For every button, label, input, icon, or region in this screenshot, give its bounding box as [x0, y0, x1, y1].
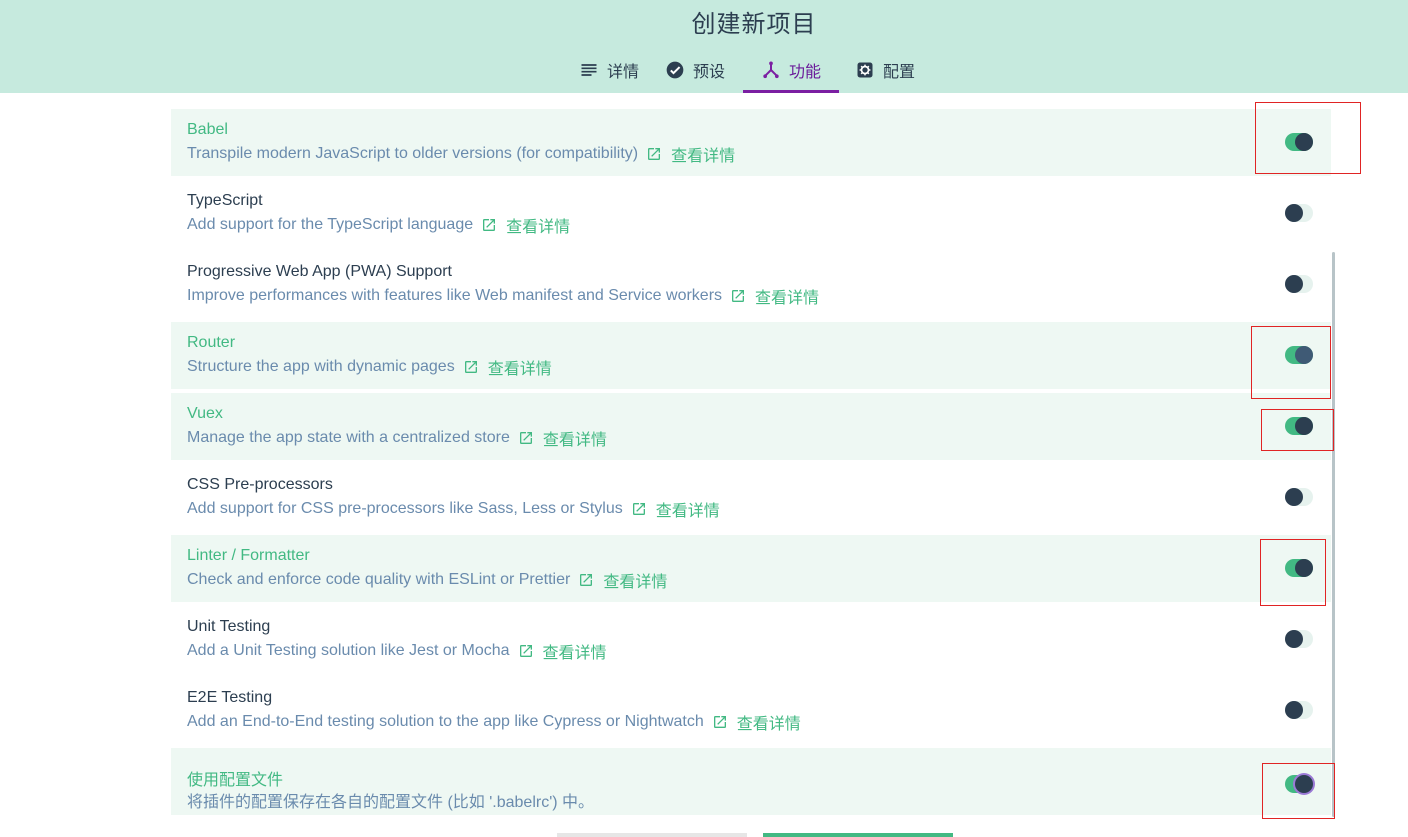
- feature-desc-text: Add support for CSS pre-processors like …: [187, 500, 623, 517]
- feature-name: E2E Testing: [187, 689, 273, 706]
- external-link-icon: [646, 146, 662, 162]
- tab-config[interactable]: 配置: [839, 50, 927, 93]
- more-info-link[interactable]: 查看详情: [656, 497, 720, 521]
- tab-details[interactable]: 详情: [567, 50, 653, 93]
- more-info-link[interactable]: 查看详情: [488, 355, 552, 379]
- more-info-link[interactable]: 查看详情: [506, 213, 570, 237]
- feature-toggle[interactable]: [1285, 133, 1313, 151]
- feature-name: Unit Testing: [187, 618, 271, 635]
- feature-list: Babel Transpile modern JavaScript to old…: [171, 109, 1331, 819]
- more-info-link[interactable]: 查看详情: [755, 284, 819, 308]
- feature-description: Add a Unit Testing solution like Jest or…: [187, 639, 607, 663]
- settings-icon: [855, 60, 875, 80]
- feature-item-e2e-testing[interactable]: E2E Testing Add an End-to-End testing so…: [171, 677, 1331, 744]
- feature-item-linter[interactable]: Linter / Formatter Check and enforce cod…: [171, 535, 1331, 602]
- feature-toggle[interactable]: [1285, 775, 1313, 793]
- feature-item-vuex[interactable]: Vuex Manage the app state with a central…: [171, 393, 1331, 460]
- header: 创建新项目 详情 预设 功能 配置: [0, 0, 1408, 93]
- feature-description: Check and enforce code quality with ESLi…: [187, 568, 667, 592]
- feature-desc-text: Add support for the TypeScript language: [187, 216, 474, 233]
- feature-item-config-files[interactable]: 使用配置文件 将插件的配置保存在各自的配置文件 (比如 '.babelrc') …: [171, 748, 1331, 815]
- external-link-icon: [730, 288, 746, 304]
- feature-name: 使用配置文件: [187, 772, 284, 789]
- feature-toggle[interactable]: [1285, 559, 1313, 577]
- feature-desc-text: Transpile modern JavaScript to older ver…: [187, 145, 639, 162]
- more-info-link[interactable]: 查看详情: [603, 568, 667, 592]
- feature-desc-text: Add a Unit Testing solution like Jest or…: [187, 642, 510, 659]
- feature-name: Router: [187, 334, 236, 351]
- toggle-knob: [1285, 630, 1303, 648]
- feature-description: Transpile modern JavaScript to older ver…: [187, 142, 735, 166]
- toggle-knob: [1295, 775, 1313, 793]
- feature-item-unit-testing[interactable]: Unit Testing Add a Unit Testing solution…: [171, 606, 1331, 673]
- tab-features-label: 功能: [789, 64, 822, 81]
- more-info-link[interactable]: 查看详情: [543, 639, 607, 663]
- feature-name: CSS Pre-processors: [187, 476, 333, 493]
- external-link-icon: [518, 430, 534, 446]
- feature-name: TypeScript: [187, 192, 263, 209]
- feature-desc-text: Check and enforce code quality with ESLi…: [187, 571, 571, 588]
- feature-name: Vuex: [187, 405, 223, 422]
- feature-desc-text: Add an End-to-End testing solution to th…: [187, 713, 704, 730]
- feature-toggle[interactable]: [1285, 417, 1313, 435]
- feature-desc-text: Manage the app state with a centralized …: [187, 429, 510, 446]
- feature-description: Manage the app state with a centralized …: [187, 426, 607, 450]
- feature-toggle[interactable]: [1285, 275, 1313, 293]
- tab-presets[interactable]: 预设: [653, 50, 743, 93]
- toggle-knob: [1285, 204, 1303, 222]
- feature-desc-text: Structure the app with dynamic pages: [187, 358, 455, 375]
- feature-name: Babel: [187, 121, 228, 138]
- feature-name: Progressive Web App (PWA) Support: [187, 263, 452, 280]
- feature-description: Add support for CSS pre-processors like …: [187, 497, 720, 521]
- call-split-icon: [761, 60, 781, 80]
- more-info-link[interactable]: 查看详情: [671, 142, 735, 166]
- check-circle-icon: [665, 60, 685, 80]
- feature-description: Add an End-to-End testing solution to th…: [187, 710, 801, 734]
- page-title: 创建新项目: [691, 11, 817, 38]
- more-info-link[interactable]: 查看详情: [737, 710, 801, 734]
- feature-desc-text: 将插件的配置保存在各自的配置文件 (比如 '.babelrc') 中。: [187, 794, 595, 811]
- feature-toggle[interactable]: [1285, 701, 1313, 719]
- external-link-icon: [631, 501, 647, 517]
- feature-toggle[interactable]: [1285, 488, 1313, 506]
- toggle-knob: [1295, 133, 1313, 151]
- external-link-icon: [578, 572, 594, 588]
- external-link-icon: [481, 217, 497, 233]
- feature-item-typescript[interactable]: TypeScript Add support for the TypeScrip…: [171, 180, 1331, 247]
- tab-bar: 详情 预设 功能 配置: [567, 50, 927, 93]
- scrollbar[interactable]: [1332, 252, 1335, 817]
- toggle-knob: [1285, 275, 1303, 293]
- feature-item-babel[interactable]: Babel Transpile modern JavaScript to old…: [171, 109, 1331, 176]
- feature-item-css-preprocessors[interactable]: CSS Pre-processors Add support for CSS p…: [171, 464, 1331, 531]
- feature-toggle[interactable]: [1285, 204, 1313, 222]
- toggle-knob: [1295, 346, 1313, 364]
- external-link-icon: [712, 714, 728, 730]
- external-link-icon: [463, 359, 479, 375]
- feature-item-pwa[interactable]: Progressive Web App (PWA) Support Improv…: [171, 251, 1331, 318]
- feature-description: 将插件的配置保存在各自的配置文件 (比如 '.babelrc') 中。: [187, 788, 594, 812]
- previous-button[interactable]: [557, 833, 747, 837]
- feature-description: Add support for the TypeScript language …: [187, 213, 570, 237]
- tab-presets-label: 预设: [693, 64, 726, 81]
- feature-toggle[interactable]: [1285, 346, 1313, 364]
- tab-config-label: 配置: [883, 64, 916, 81]
- more-info-link[interactable]: 查看详情: [543, 426, 607, 450]
- external-link-icon: [518, 643, 534, 659]
- next-button[interactable]: [763, 833, 953, 837]
- toggle-knob: [1285, 701, 1303, 719]
- feature-item-router[interactable]: Router Structure the app with dynamic pa…: [171, 322, 1331, 389]
- list-icon: [579, 60, 599, 80]
- tab-features[interactable]: 功能: [743, 50, 840, 93]
- tab-details-label: 详情: [607, 64, 640, 81]
- toggle-knob: [1295, 417, 1313, 435]
- feature-name: Linter / Formatter: [187, 547, 310, 564]
- feature-desc-text: Improve performances with features like …: [187, 287, 723, 304]
- feature-toggle[interactable]: [1285, 630, 1313, 648]
- toggle-knob: [1285, 488, 1303, 506]
- toggle-knob: [1295, 559, 1313, 577]
- feature-description: Improve performances with features like …: [187, 284, 819, 308]
- feature-description: Structure the app with dynamic pages 查看详…: [187, 355, 552, 379]
